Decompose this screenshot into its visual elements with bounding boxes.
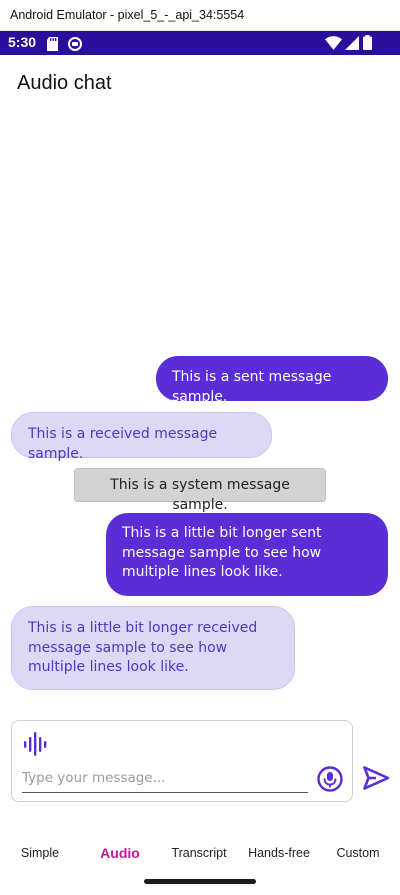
- emulator-title-bar: Android Emulator - pixel_5_-_api_34:5554: [0, 0, 400, 31]
- send-icon[interactable]: [362, 764, 390, 796]
- status-bar: 5:30: [0, 31, 400, 55]
- microphone-icon[interactable]: [316, 765, 344, 797]
- message-sent: This is a little bit longer sent message…: [106, 513, 388, 596]
- tab-simple[interactable]: Simple: [2, 846, 78, 860]
- page-title: Audio chat: [17, 72, 112, 94]
- bottom-tab-bar: Simple Audio Transcript Hands-free Custo…: [0, 836, 400, 870]
- message-text: This is a little bit longer sent message…: [122, 525, 322, 580]
- message-text: This is a system message sample.: [110, 477, 290, 513]
- message-composer: [11, 720, 353, 802]
- message-text: This is a sent message sample.: [172, 369, 332, 405]
- sd-card-icon: [47, 36, 58, 55]
- message-input[interactable]: [22, 767, 308, 793]
- audio-waveform-icon[interactable]: [23, 731, 49, 761]
- app-notification-icon: [68, 36, 82, 55]
- emulator-title: Android Emulator - pixel_5_-_api_34:5554: [10, 8, 245, 22]
- tab-audio[interactable]: Audio: [82, 845, 158, 861]
- cell-signal-icon: [345, 35, 359, 54]
- emulator-frame: Android Emulator - pixel_5_-_api_34:5554…: [0, 0, 400, 895]
- tab-transcript[interactable]: Transcript: [161, 846, 237, 860]
- battery-icon: [363, 35, 372, 54]
- message-text: This is a received message sample.: [28, 426, 218, 462]
- message-text: This is a little bit longer received mes…: [28, 620, 258, 675]
- message-system: This is a system message sample.: [74, 468, 326, 513]
- message-received: This is a received message sample.: [11, 412, 272, 462]
- home-gesture-handle[interactable]: [144, 879, 256, 884]
- message-received: This is a little bit longer received mes…: [11, 606, 295, 690]
- system-navigation-bar: [0, 869, 400, 895]
- message-sent: This is a sent message sample.: [156, 356, 388, 405]
- tab-custom[interactable]: Custom: [320, 846, 396, 860]
- wifi-icon: [325, 35, 342, 54]
- tab-hands-free[interactable]: Hands-free: [240, 846, 318, 860]
- status-time: 5:30: [8, 34, 37, 50]
